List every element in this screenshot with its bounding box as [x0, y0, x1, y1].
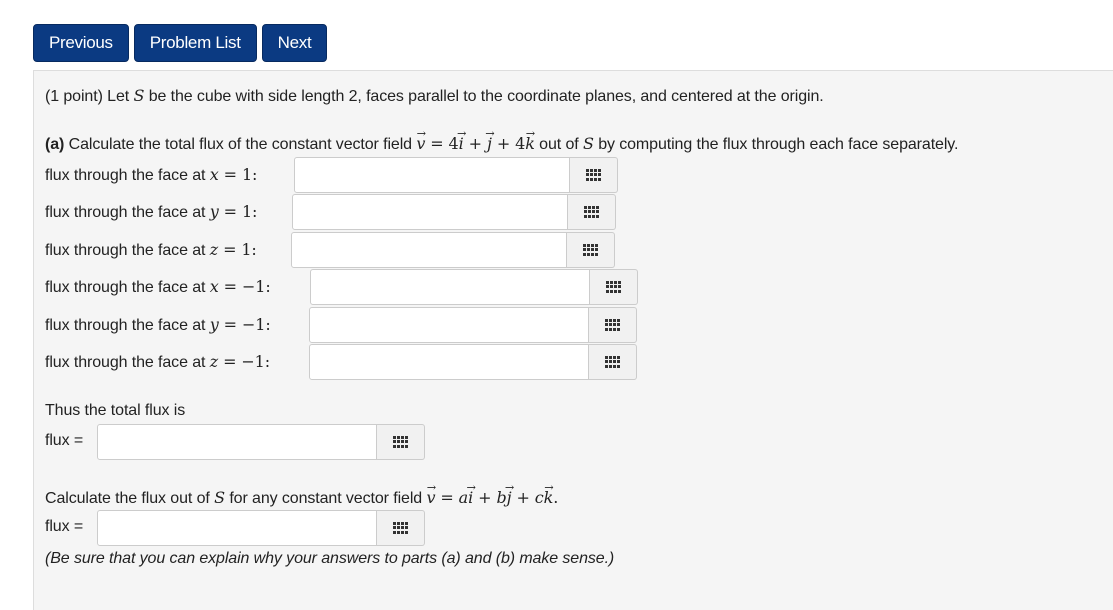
equation-palette-button[interactable] [590, 269, 638, 305]
face-variable: y [209, 202, 219, 221]
face-variable: z [209, 352, 219, 371]
coef-c: c [534, 488, 544, 507]
grid-icon [583, 206, 600, 218]
face-label: flux through the face at z = −1: [45, 352, 270, 372]
equation-palette-button[interactable] [567, 232, 615, 268]
flux-input-z-neg[interactable] [309, 344, 589, 380]
face-label-text: flux through the face at [45, 354, 206, 371]
face-variable: y [209, 315, 219, 334]
i-vector: i [459, 134, 464, 153]
field-dot: . [553, 488, 559, 507]
face-variable: x [209, 277, 219, 296]
j-vector: j [487, 134, 492, 153]
vector-field-a: v = 4i + j + 4k [416, 134, 535, 153]
face-label: flux through the face at y = −1: [45, 315, 271, 335]
flux-input-y-neg[interactable] [309, 307, 589, 343]
part-a-tail-pre: out of [539, 136, 579, 153]
field-plus1: + [473, 488, 497, 507]
face-label-text: flux through the face at [45, 317, 206, 334]
field-eq: = [435, 488, 459, 507]
face-label-text: flux through the face at [45, 242, 206, 259]
grid-icon [392, 522, 409, 534]
flux-label: flux = [45, 432, 84, 449]
flux-input-z-pos[interactable] [291, 232, 567, 268]
face-variable: x [209, 165, 219, 184]
flux-input-y-pos[interactable] [292, 194, 568, 230]
equation-palette-button[interactable] [570, 157, 618, 193]
face-value: = −1: [218, 352, 271, 371]
grid-icon [604, 356, 621, 368]
problem-nav: Previous Problem List Next [33, 24, 328, 62]
face-label-text: flux through the face at [45, 279, 206, 296]
grid-icon [604, 319, 621, 331]
face-value: = −1: [218, 277, 271, 296]
face-value: = 1: [218, 240, 257, 259]
grid-icon [605, 281, 622, 293]
previous-button[interactable]: Previous [33, 24, 129, 62]
cube-symbol: S [214, 488, 225, 507]
cube-symbol: S [133, 86, 145, 105]
explanation-note: (Be sure that you can explain why your a… [45, 550, 615, 567]
problem-list-button[interactable]: Problem List [133, 24, 257, 62]
flux-label-b: flux = [45, 518, 84, 535]
face-value: = 1: [218, 165, 258, 184]
face-label-text: flux through the face at [45, 204, 206, 221]
j-vector: j [507, 488, 512, 507]
equation-palette-button[interactable] [568, 194, 616, 230]
i-vector: i [468, 488, 473, 507]
intro-points: (1 point) Let [45, 88, 130, 105]
part-a-label: (a) [45, 136, 65, 153]
face-label: flux through the face at x = 1: [45, 165, 257, 185]
vector-field-b: v = ai + bj + ck. [426, 488, 559, 507]
field-plus2: + 4 [491, 134, 526, 153]
intro-text: be the cube with side length 2, faces pa… [148, 88, 824, 105]
total-flux-input[interactable] [97, 424, 377, 460]
face-value: = 1: [218, 202, 258, 221]
part-a-tail-post: by computing the flux through each face … [598, 136, 959, 153]
next-button[interactable]: Next [261, 24, 328, 62]
v-vector: v [416, 134, 425, 153]
flux-input-x-neg[interactable] [310, 269, 590, 305]
k-vector: k [525, 134, 535, 153]
grid-icon [582, 244, 599, 256]
equation-palette-button[interactable] [377, 510, 425, 546]
equation-palette-button[interactable] [589, 307, 637, 343]
part-a-statement: (a) Calculate the total flux of the cons… [45, 134, 958, 154]
field-eq: = 4 [425, 134, 459, 153]
field-plus2: + [511, 488, 535, 507]
face-label: flux through the face at z = 1: [45, 240, 257, 260]
face-label: flux through the face at x = −1: [45, 277, 271, 297]
flux-input-b[interactable] [97, 510, 377, 546]
cube-symbol: S [582, 134, 594, 153]
face-label: flux through the face at y = 1: [45, 202, 257, 222]
thus-text: Thus the total flux is [45, 402, 186, 419]
v-vector: v [426, 488, 435, 507]
part-b-text: Calculate the flux out of [45, 490, 210, 507]
grid-icon [585, 169, 602, 181]
equation-palette-button[interactable] [589, 344, 637, 380]
part-b-statement: Calculate the flux out of S for any cons… [45, 488, 558, 508]
part-b-mid: for any constant vector field [229, 490, 423, 507]
flux-input-x-pos[interactable] [294, 157, 570, 193]
equation-palette-button[interactable] [377, 424, 425, 460]
face-label-text: flux through the face at [45, 167, 206, 184]
k-vector: k [544, 488, 554, 507]
grid-icon [392, 436, 409, 448]
field-plus1: + [463, 134, 487, 153]
part-a-text: Calculate the total flux of the constant… [68, 136, 412, 153]
problem-intro: (1 point) Let S be the cube with side le… [45, 86, 824, 106]
face-variable: z [209, 240, 219, 259]
face-value: = −1: [218, 315, 271, 334]
